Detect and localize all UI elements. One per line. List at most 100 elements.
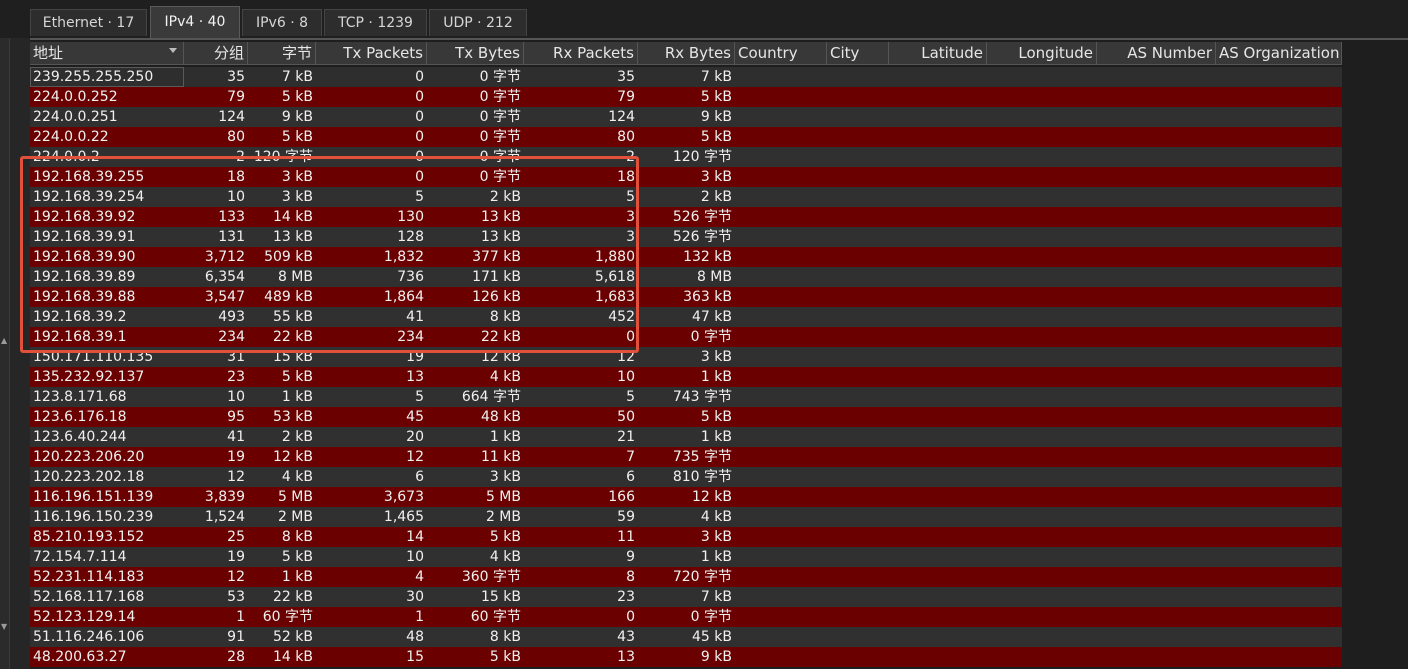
- table-row[interactable]: 123.6.40.244 41 2 kB 20 1 kB 21 1 kB: [30, 427, 1342, 447]
- tab-udp[interactable]: UDP · 212: [429, 9, 527, 36]
- table-row[interactable]: 192.168.39.89 6,354 8 MB 736 171 kB 5,618 8 MB: [30, 267, 1342, 287]
- tab-ipv6[interactable]: IPv6 · 8: [242, 9, 322, 36]
- table-row[interactable]: 224.0.0.2 2 120 字节 0 0 字节 2 120 字节: [30, 147, 1342, 167]
- scroll-down-icon[interactable]: ▼: [1, 622, 7, 632]
- table-row[interactable]: 52.123.129.14 1 60 字节 1 60 字节 0 0 字节: [30, 607, 1342, 627]
- cell-packets: 12: [227, 569, 245, 585]
- scroll-up-icon[interactable]: ▲: [1, 336, 7, 346]
- column-header-longitude[interactable]: Longitude: [987, 42, 1097, 65]
- left-panel-strip: ▲ ▼: [0, 0, 10, 669]
- table-row[interactable]: 48.200.63.27 28 14 kB 15 5 kB 13 9 kB: [30, 647, 1342, 667]
- cell-rx-packets: 80: [617, 129, 635, 145]
- column-header-rx-packets[interactable]: Rx Packets: [524, 42, 638, 65]
- cell-tx-packets: 15: [406, 649, 424, 665]
- cell-rx-bytes: 526 字节: [672, 229, 732, 245]
- sort-descending-icon: [169, 48, 177, 53]
- cell-tx-packets: 30: [406, 589, 424, 605]
- cell-rx-packets: 79: [617, 89, 635, 105]
- column-header-bytes[interactable]: 字节: [248, 42, 316, 65]
- column-header-tx-bytes[interactable]: Tx Bytes: [427, 42, 524, 65]
- cell-tx-bytes: 1 kB: [489, 429, 521, 445]
- cell-rx-bytes: 5 kB: [700, 129, 732, 145]
- cell-tx-packets: 6: [415, 469, 424, 485]
- table-row[interactable]: 224.0.0.252 79 5 kB 0 0 字节 79 5 kB: [30, 87, 1342, 107]
- table-row[interactable]: 52.168.117.168 53 22 kB 30 15 kB 23 7 kB: [30, 587, 1342, 607]
- cell-rx-packets: 2: [626, 149, 635, 165]
- table-row[interactable]: 120.223.206.20 19 12 kB 12 11 kB 7 735 字节: [30, 447, 1342, 467]
- tab-tcp[interactable]: TCP · 1239: [324, 9, 427, 36]
- table-row[interactable]: 192.168.39.91 131 13 kB 128 13 kB 3 526 字节: [30, 227, 1342, 247]
- cell-rx-bytes: 2 kB: [700, 189, 732, 205]
- cell-rx-packets: 13: [617, 649, 635, 665]
- cell-rx-bytes: 120 字节: [672, 149, 732, 165]
- table-row[interactable]: 123.8.171.68 10 1 kB 5 664 字节 5 743 字节: [30, 387, 1342, 407]
- table-row[interactable]: 116.196.151.139 3,839 5 MB 3,673 5 MB 166 12 k…: [30, 487, 1342, 507]
- cell-address: 224.0.0.2: [33, 149, 100, 165]
- cell-rx-packets: 1,683: [594, 289, 635, 305]
- column-header-city[interactable]: City: [827, 42, 889, 65]
- table-row[interactable]: 192.168.39.1 234 22 kB 234 22 kB 0 0 字节: [30, 327, 1342, 347]
- cell-tx-bytes: 13 kB: [481, 209, 521, 225]
- table-row[interactable]: 192.168.39.90 3,712 509 kB 1,832 377 kB 1,880…: [30, 247, 1342, 267]
- cell-address: 123.6.40.244: [33, 429, 127, 445]
- tab-ethernet[interactable]: Ethernet · 17: [30, 9, 147, 36]
- column-header-as-organization[interactable]: AS Organization: [1216, 42, 1342, 65]
- cell-packets: 133: [218, 209, 245, 225]
- column-header-tx-packets[interactable]: Tx Packets: [316, 42, 427, 65]
- cell-address: 51.116.246.106: [33, 629, 145, 645]
- cell-packets: 3,839: [204, 489, 245, 505]
- table-row[interactable]: 192.168.39.88 3,547 489 kB 1,864 126 kB 1,683…: [30, 287, 1342, 307]
- cell-address: 85.210.193.152: [33, 529, 145, 545]
- cell-bytes: 5 kB: [281, 549, 313, 565]
- column-header-packets[interactable]: 分组: [184, 42, 248, 65]
- cell-address: 192.168.39.90: [33, 249, 136, 265]
- cell-bytes: 1 kB: [281, 389, 313, 405]
- table-row[interactable]: 85.210.193.152 25 8 kB 14 5 kB 11 3 kB: [30, 527, 1342, 547]
- cell-tx-packets: 0: [415, 169, 424, 185]
- table-empty-area: [1342, 40, 1408, 669]
- cell-rx-bytes: 1 kB: [700, 549, 732, 565]
- table-row[interactable]: 224.0.0.22 80 5 kB 0 0 字节 80 5 kB: [30, 127, 1342, 147]
- cell-bytes: 509 kB: [264, 249, 313, 265]
- tab-ipv4[interactable]: IPv4 · 40: [150, 6, 240, 38]
- cell-bytes: 5 MB: [277, 489, 313, 505]
- cell-packets: 41: [227, 429, 245, 445]
- table-row[interactable]: 192.168.39.254 10 3 kB 5 2 kB 5 2 kB: [30, 187, 1342, 207]
- table-row[interactable]: 51.116.246.106 91 52 kB 48 8 kB 43 45 kB: [30, 627, 1342, 647]
- cell-tx-bytes: 126 kB: [472, 289, 521, 305]
- table-row[interactable]: 150.171.110.135 31 15 kB 19 12 kB 12 3 kB: [30, 347, 1342, 367]
- cell-rx-bytes: 47 kB: [692, 309, 732, 325]
- table-row[interactable]: 123.6.176.18 95 53 kB 45 48 kB 50 5 kB: [30, 407, 1342, 427]
- table-body: 239.255.255.250 35 7 kB 0 0 字节 35 7 kB 224.0.0.…: [30, 67, 1342, 667]
- cell-tx-packets: 48: [406, 629, 424, 645]
- table-row[interactable]: 116.196.150.239 1,524 2 MB 1,465 2 MB 59 4 kB: [30, 507, 1342, 527]
- cell-rx-packets: 8: [626, 569, 635, 585]
- cell-tx-packets: 234: [397, 329, 424, 345]
- cell-rx-bytes: 5 kB: [700, 89, 732, 105]
- table-row[interactable]: 239.255.255.250 35 7 kB 0 0 字节 35 7 kB: [30, 67, 1342, 87]
- column-header-rx-bytes[interactable]: Rx Bytes: [638, 42, 735, 65]
- table-row[interactable]: 192.168.39.255 18 3 kB 0 0 字节 18 3 kB: [30, 167, 1342, 187]
- table-row[interactable]: 192.168.39.2 493 55 kB 41 8 kB 452 47 kB: [30, 307, 1342, 327]
- table-row[interactable]: 120.223.202.18 12 4 kB 6 3 kB 6 810 字节: [30, 467, 1342, 487]
- column-header-address[interactable]: 地址: [30, 42, 184, 65]
- cell-rx-packets: 6: [626, 469, 635, 485]
- table-row[interactable]: 72.154.7.114 19 5 kB 10 4 kB 9 1 kB: [30, 547, 1342, 567]
- cell-packets: 493: [218, 309, 245, 325]
- column-header-latitude[interactable]: Latitude: [889, 42, 987, 65]
- cell-bytes: 8 MB: [277, 269, 313, 285]
- table-row[interactable]: 135.232.92.137 23 5 kB 13 4 kB 10 1 kB: [30, 367, 1342, 387]
- column-header-as-number[interactable]: AS Number: [1097, 42, 1216, 65]
- cell-rx-bytes: 0 字节: [690, 609, 732, 625]
- table-row[interactable]: 52.231.114.183 12 1 kB 4 360 字节 8 720 字节: [30, 567, 1342, 587]
- cell-packets: 10: [227, 189, 245, 205]
- cell-address: 116.196.151.139: [33, 489, 154, 505]
- cell-rx-bytes: 45 kB: [692, 629, 732, 645]
- column-header-country[interactable]: Country: [735, 42, 827, 65]
- cell-bytes: 1 kB: [281, 569, 313, 585]
- table-row[interactable]: 224.0.0.251 124 9 kB 0 0 字节 124 9 kB: [30, 107, 1342, 127]
- cell-rx-packets: 12: [617, 349, 635, 365]
- cell-rx-packets: 9: [626, 549, 635, 565]
- cell-address: 52.168.117.168: [33, 589, 145, 605]
- table-row[interactable]: 192.168.39.92 133 14 kB 130 13 kB 3 526 字节: [30, 207, 1342, 227]
